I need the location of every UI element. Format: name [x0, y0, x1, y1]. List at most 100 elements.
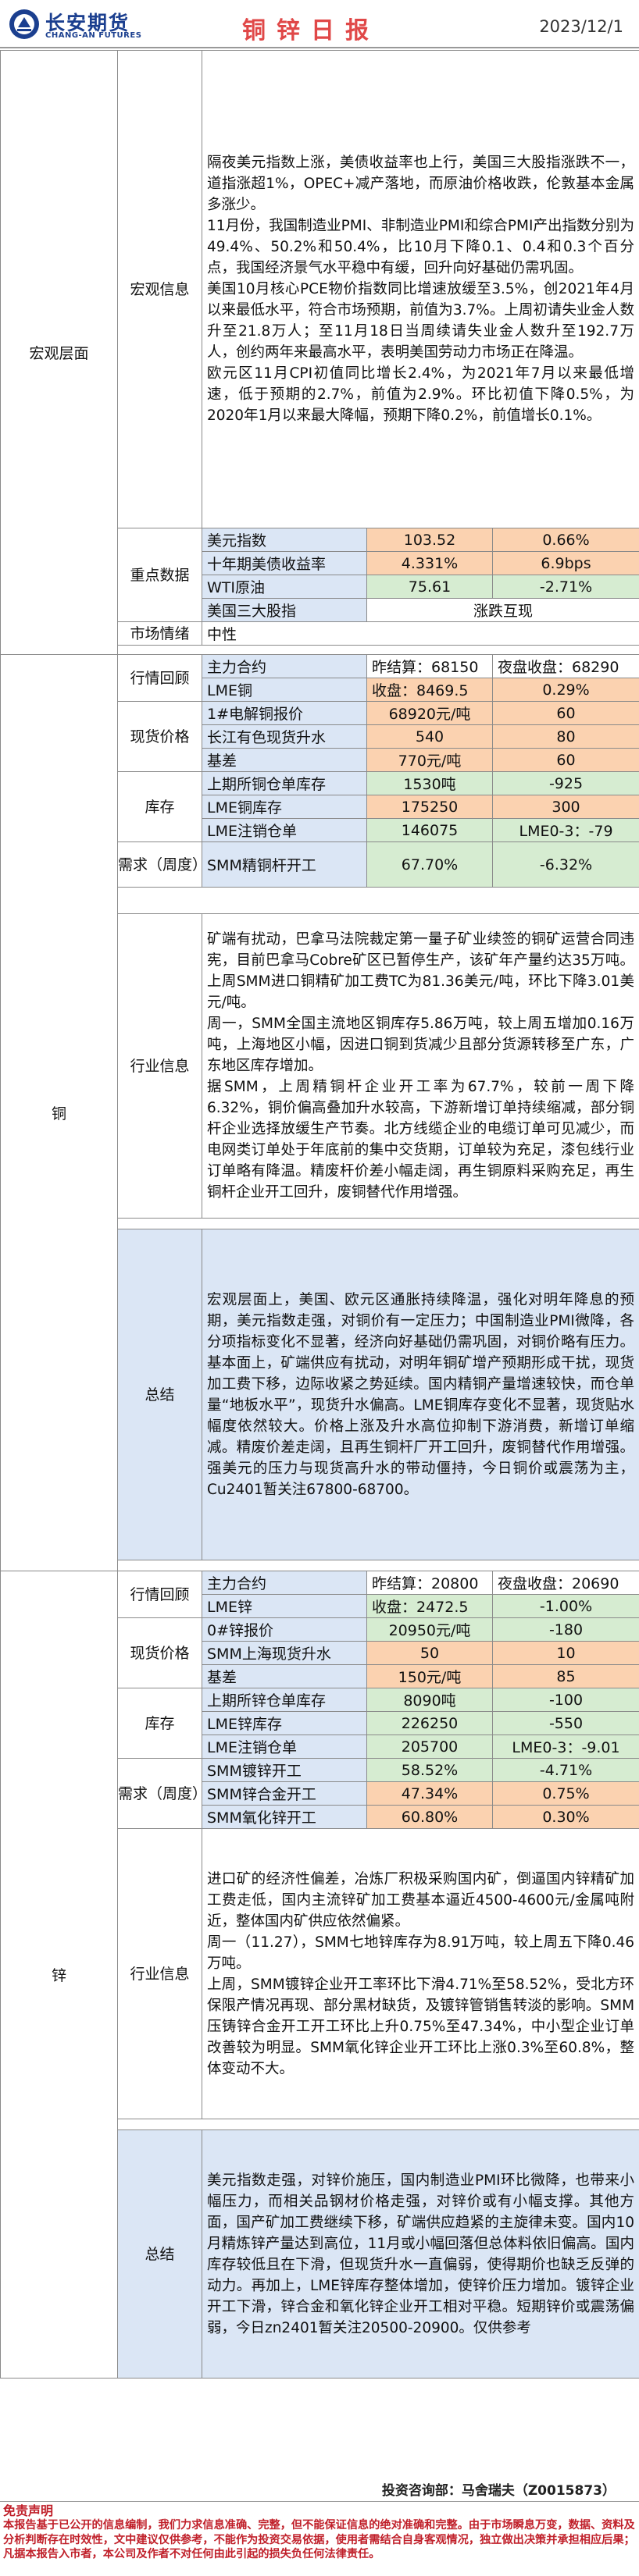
key-name: WTI原油: [202, 575, 367, 599]
zinc-demand-name: SMM锌合金开工: [202, 1781, 367, 1806]
copper-market-label: 行情回顾: [117, 654, 202, 702]
disclaimer-box: 免责声明 本报告基于已公开的信息编制，我们力求信息准确、完整，但不能保证信息的绝…: [0, 2501, 639, 2576]
zinc-spot-value: 20950元/吨: [366, 1617, 493, 1642]
macro-news-body: 隔夜美元指数上涨，美债收益率也上行，美国三大股指涨跌不一，道指涨超1%，OPEC…: [207, 155, 635, 424]
copper-stock-label: 库存: [117, 771, 202, 842]
zinc-demand-label: 需求（周度）: [117, 1758, 207, 1829]
chang-an-logo-icon: [9, 9, 39, 39]
zinc-market-prev: 收盘：2472.5: [366, 1594, 493, 1618]
copper-market-night: 0.29%: [491, 678, 639, 702]
copper-spot-value: 540: [366, 724, 493, 749]
zinc-summary-label: 总结: [117, 2129, 202, 2379]
copper-demand-name: SMM精铜杆开工: [202, 841, 367, 888]
macro-news-label: 宏观信息: [117, 50, 202, 528]
copper-stock-name: 上期所铜仓单库存: [202, 771, 367, 795]
copper-stock-value: 1530吨: [366, 771, 493, 795]
zinc-market-name: LME锌: [202, 1594, 367, 1618]
logo-text-en: CHANG-AN FUTURES: [45, 31, 142, 40]
copper-stock-value: 146075: [366, 818, 493, 842]
zinc-stock-change: -550: [491, 1711, 639, 1735]
copper-spot-change: 80: [491, 724, 639, 749]
copper-stock-value: 175250: [366, 795, 493, 819]
copper-industry-text: 矿端有扰动，巴拿马法院裁定第一量子矿业续签的铜矿运营合同违宪，目前巴拿马Cobr…: [201, 913, 639, 1219]
zinc-stock-value: 205700: [366, 1735, 493, 1759]
zinc-market-name: 主力合约: [202, 1571, 367, 1595]
key-name: 美国三大股指: [202, 598, 367, 622]
spacer: [117, 1218, 639, 1229]
zinc-spot-label: 现货价格: [117, 1617, 202, 1688]
key-change: 0.66%: [491, 528, 639, 552]
zinc-stock-name: LME锌库存: [202, 1711, 367, 1735]
spacer: [117, 1560, 639, 1571]
zinc-demand-value: 60.80%: [366, 1805, 493, 1829]
macro-news-text: 隔夜美元指数上涨，美债收益率也上行，美国三大股指涨跌不一，道指涨超1%，OPEC…: [201, 50, 639, 528]
zinc-industry-text: 进口矿的经济性偏差，冶炼厂积极采购国内矿，倒逼国内锌精矿加工费走低，国内主流锌矿…: [201, 1828, 639, 2119]
key-name: 美元指数: [202, 528, 367, 552]
key-value: 涨跌互现: [366, 598, 639, 622]
zinc-stock-value: 226250: [366, 1711, 493, 1735]
copper-spot-change: 60: [491, 748, 639, 772]
copper-demand-label: 需求（周度）: [117, 841, 207, 888]
copper-spot-name: 1#电解铜报价: [202, 701, 367, 725]
zinc-demand-change: 0.75%: [491, 1781, 639, 1806]
copper-market-night: 夜盘收盘：68290: [491, 654, 639, 678]
key-change: -2.71%: [491, 575, 639, 599]
zinc-spot-name: 0#锌报价: [202, 1617, 367, 1642]
key-name: 十年期美债收益率: [202, 551, 367, 575]
copper-market-prev: 昨结算：68150: [366, 654, 493, 678]
report-footer: 投资咨询部：马舍瑞夫（Z0015873） 免责声明 本报告基于已公开的信息编制，…: [0, 2476, 639, 2576]
zinc-market-prev: 昨结算：20800: [366, 1571, 493, 1595]
report-table: 宏观层面 宏观信息 隔夜美元指数上涨，美债收益率也上行，美国三大股指涨跌不一，道…: [0, 50, 639, 2379]
zinc-stock-name: 上期所锌仓单库存: [202, 1688, 367, 1712]
zinc-spot-change: 10: [491, 1641, 639, 1665]
report-header: 长安期货 CHANG-AN FUTURES 铜锌日报 2023/12/1: [0, 0, 639, 48]
zinc-stock-name: LME注销仓单: [202, 1735, 367, 1759]
copper-demand-value: 67.70%: [366, 841, 493, 888]
zinc-market-night: 夜盘收盘：20690: [491, 1571, 639, 1595]
zinc-stock-value: 8090吨: [366, 1688, 493, 1712]
spacer: [117, 2119, 639, 2130]
macro-mood-label: 市场情绪: [117, 621, 202, 646]
zinc-spot-value: 150元/吨: [366, 1664, 493, 1688]
disclaimer-title: 免责声明: [3, 2503, 54, 2518]
zinc-market-label: 行情回顾: [117, 1571, 202, 1618]
author-line: 投资咨询部：马舍瑞夫（Z0015873）: [381, 2483, 616, 2499]
zinc-spot-change: 85: [491, 1664, 639, 1688]
report-title: 铜锌日报: [242, 17, 380, 44]
copper-market-prev: 收盘：8469.5: [366, 678, 493, 702]
disclaimer-text: 本报告基于已公开的信息编制，我们力求信息准确、完整，但不能保证信息的绝对准确和完…: [3, 2519, 635, 2560]
copper-stock-name: LME铜库存: [202, 795, 367, 819]
copper-summary-text: 宏观层面上，美国、欧元区通胀持续降温，强化对明年降息的预期，美元指数走强，对铜价…: [201, 1229, 639, 1560]
copper-spot-value: 68920元/吨: [366, 701, 493, 725]
copper-demand-change: -6.32%: [491, 841, 639, 888]
zinc-spot-name: SMM上海现货升水: [202, 1641, 367, 1665]
zinc-stock-change: -100: [491, 1688, 639, 1712]
zinc-industry-body: 进口矿的经济性偏差，冶炼厂积极采购国内矿，倒逼国内锌精矿加工费走低，国内主流锌矿…: [207, 1870, 635, 2077]
spacer: [117, 645, 639, 655]
copper-market-name: 主力合约: [202, 654, 367, 678]
key-value: 103.52: [366, 528, 493, 552]
zinc-demand-name: SMM镀锌开工: [202, 1758, 367, 1782]
zinc-demand-value: 47.34%: [366, 1781, 493, 1806]
copper-stock-change: -925: [491, 771, 639, 795]
key-value: 75.61: [366, 575, 493, 599]
zinc-stock-change: LME0-3：-9.01: [491, 1735, 639, 1759]
report-page: 长安期货 CHANG-AN FUTURES 铜锌日报 2023/12/1 宏观层…: [0, 0, 639, 2576]
macro-key-label: 重点数据: [117, 528, 202, 622]
macro-mood-value: 中性: [201, 621, 639, 646]
copper-stock-change: 300: [491, 795, 639, 819]
copper-spot-name: 长江有色现货升水: [202, 724, 367, 749]
copper-stock-name: LME注销仓单: [202, 818, 367, 842]
copper-spot-change: 60: [491, 701, 639, 725]
report-date: 2023/12/1: [539, 17, 623, 36]
key-value: 4.331%: [366, 551, 493, 575]
key-change: 6.9bps: [491, 551, 639, 575]
copper-stock-change: LME0-3：-79: [491, 818, 639, 842]
zinc-stock-label: 库存: [117, 1688, 202, 1759]
section-zinc: 锌: [0, 1571, 118, 2379]
zinc-spot-name: 基差: [202, 1664, 367, 1688]
zinc-industry-label: 行业信息: [117, 1828, 202, 2119]
copper-spot-label: 现货价格: [117, 701, 202, 772]
zinc-summary-text: 美元指数走强，对锌价施压，国内制造业PMI环比微降，也带来小幅压力，而相关品钢材…: [201, 2129, 639, 2379]
section-copper: 铜: [0, 654, 118, 1571]
